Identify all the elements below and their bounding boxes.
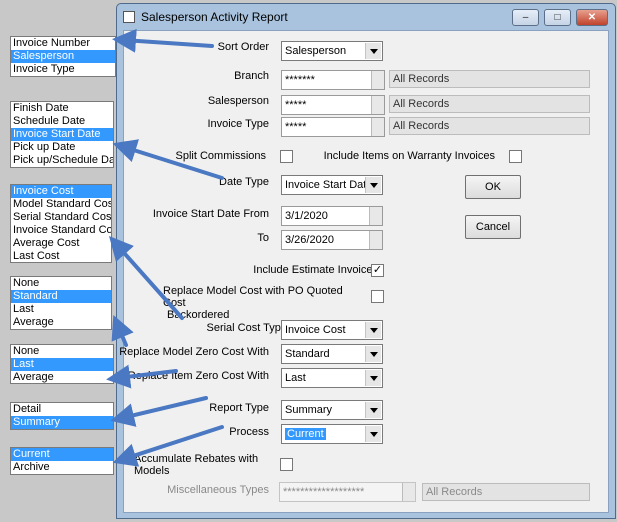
arrow-process bbox=[112, 425, 224, 467]
arrow-model-zero-cost bbox=[111, 314, 134, 347]
arrow-date-type bbox=[112, 139, 224, 180]
annotation-arrows bbox=[106, 28, 224, 467]
arrow-serial-cost-type bbox=[109, 236, 184, 320]
arrow-report-type bbox=[110, 396, 208, 427]
arrow-sort-order bbox=[112, 28, 214, 53]
arrow-item-zero-cost bbox=[106, 364, 178, 389]
